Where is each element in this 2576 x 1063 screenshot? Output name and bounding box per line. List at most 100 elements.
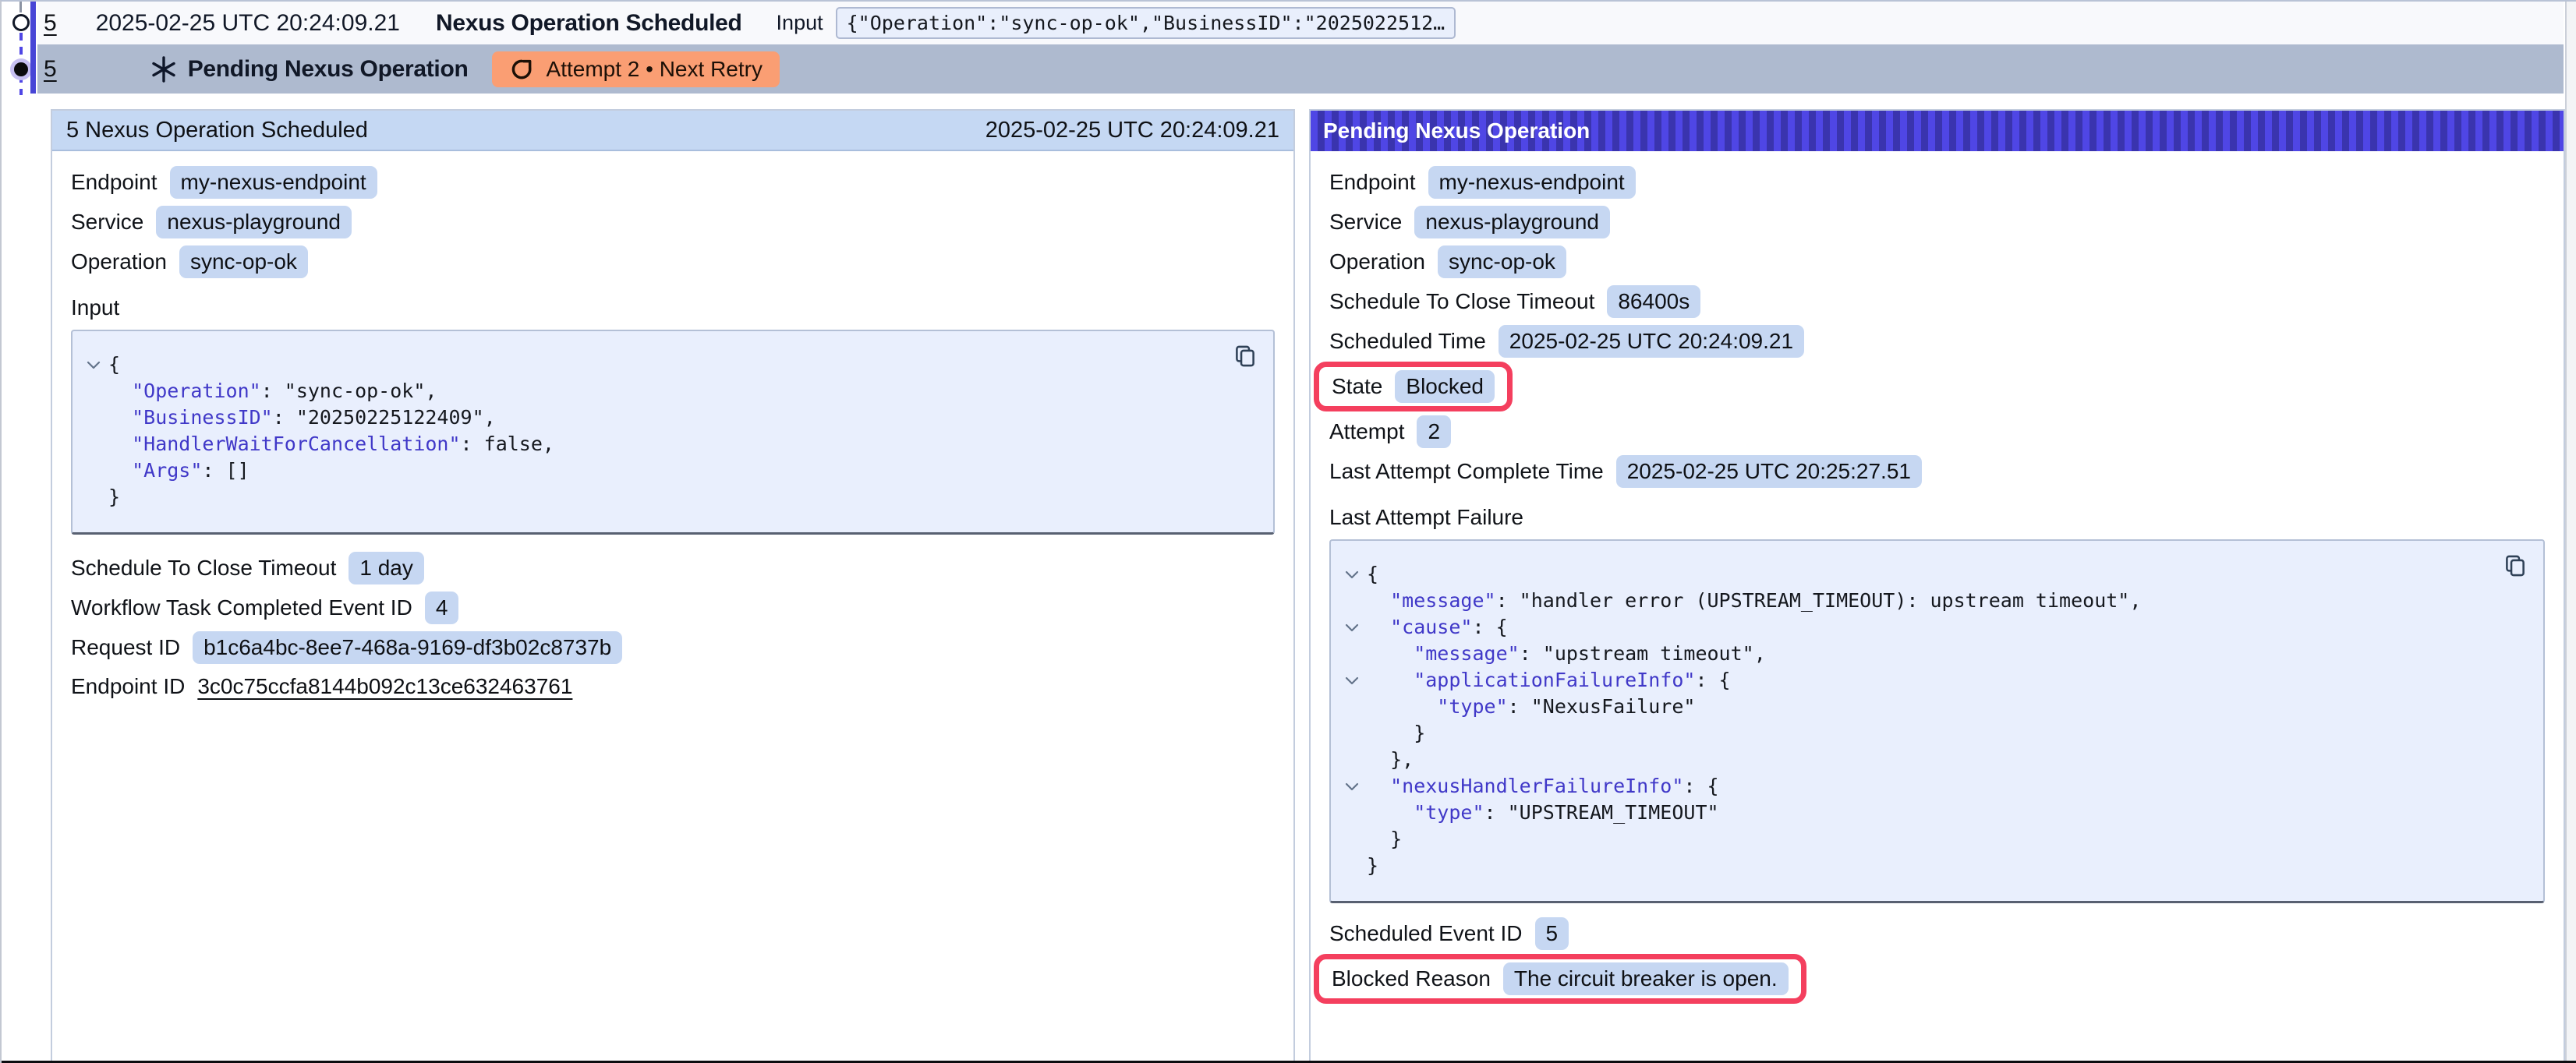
field-service: Service nexus-playground <box>1329 206 2545 238</box>
field-blocked-reason: Blocked Reason The circuit breaker is ope… <box>1332 962 1789 995</box>
timeline-current-node-icon[interactable] <box>10 58 32 80</box>
copy-icon[interactable] <box>2501 552 2529 580</box>
code-gutter <box>1337 853 1367 879</box>
code-line: { <box>1337 561 2525 588</box>
event-input-preview[interactable]: {"Operation":"sync-op-ok","BusinessID":"… <box>836 7 1456 39</box>
code-gutter <box>79 431 108 457</box>
event-detail-panel-header: 5 Nexus Operation Scheduled 2025-02-25 U… <box>52 111 1293 151</box>
field-value-endpoint-id[interactable]: 3c0c75ccfa8144b092c13ce632463761 <box>197 674 572 699</box>
history-row-event[interactable]: 5 2025-02-25 UTC 20:24:09.21 Nexus Opera… <box>37 2 2564 44</box>
field-value-last-attempt-complete-time: 2025-02-25 UTC 20:25:27.51 <box>1616 455 1922 488</box>
field-label: Endpoint <box>71 170 157 195</box>
field-label: Last Attempt Complete Time <box>1329 459 1604 484</box>
field-label: Schedule To Close Timeout <box>71 556 336 581</box>
field-label: Service <box>71 210 143 235</box>
code-text: } <box>1367 853 1378 879</box>
code-line: "cause": { <box>1337 614 2525 641</box>
code-gutter <box>1337 641 1367 667</box>
code-gutter <box>79 457 108 484</box>
code-text: "Args": [] <box>108 457 249 484</box>
code-line: { <box>79 351 1254 378</box>
event-detail-timestamp: 2025-02-25 UTC 20:24:09.21 <box>985 118 1279 143</box>
scrollbar-gutter[interactable] <box>2565 2 2576 1063</box>
code-line: }, <box>1337 747 2525 773</box>
code-text: } <box>1367 826 1402 853</box>
input-json-viewer: { "Operation": "sync-op-ok", "BusinessID… <box>71 330 1275 535</box>
field-value-service: nexus-playground <box>1414 206 1610 238</box>
field-value-workflow-task-completed-event-id: 4 <box>425 592 459 624</box>
field-label: Endpoint ID <box>71 674 185 699</box>
code-line: "message": "upstream timeout", <box>1337 641 2525 667</box>
collapse-arrow-icon[interactable] <box>1337 773 1367 800</box>
copy-icon[interactable] <box>1231 342 1259 370</box>
code-line: } <box>1337 826 2525 853</box>
field-label: Scheduled Time <box>1329 329 1486 354</box>
pending-id-link[interactable]: 5 <box>44 56 57 83</box>
field-endpoint: Endpointmy-nexus-endpoint <box>1329 166 2545 199</box>
collapse-arrow-icon[interactable] <box>79 351 108 378</box>
temporal-event-history-view: 5 2025-02-25 UTC 20:24:09.21 Nexus Opera… <box>0 0 2576 1063</box>
code-gutter <box>1337 826 1367 853</box>
field-label: Operation <box>1329 249 1425 274</box>
field-operation: Operationsync-op-ok <box>1329 245 2545 278</box>
timeline-progress-bar <box>30 2 36 94</box>
timeline-open-node-icon[interactable] <box>12 14 30 31</box>
collapse-arrow-icon[interactable] <box>1337 614 1367 641</box>
field-label: Attempt <box>1329 419 1404 444</box>
failure-json-viewer: { "message": "handler error (UPSTREAM_TI… <box>1329 539 2545 903</box>
field-label: Service <box>1329 210 1402 235</box>
code-line: "applicationFailureInfo": { <box>1337 667 2525 694</box>
code-line: "type": "NexusFailure" <box>1337 694 2525 720</box>
field-value-scheduled-event-id: 5 <box>1535 917 1569 950</box>
field-value-request-id: b1c6a4bc-8ee7-468a-9169-df3b02c8737b <box>193 631 622 664</box>
code-text: { <box>1367 561 1378 588</box>
code-gutter <box>1337 800 1367 826</box>
code-gutter <box>79 484 108 510</box>
code-gutter <box>1337 694 1367 720</box>
field-state: State Blocked <box>1332 370 1495 403</box>
field-label: Scheduled Event ID <box>1329 921 1523 946</box>
code-text: } <box>108 484 120 510</box>
field-value-scheduled-time: 2025-02-25 UTC 20:24:09.21 <box>1499 325 1804 358</box>
field-schedule-to-close-timeout: Schedule To Close Timeout 1 day <box>71 552 1275 584</box>
collapse-arrow-icon[interactable] <box>1337 561 1367 588</box>
code-text: "message": "upstream timeout", <box>1367 641 1766 667</box>
code-text: "type": "UPSTREAM_TIMEOUT" <box>1367 800 1719 826</box>
field-request-id: Request IDb1c6a4bc-8ee7-468a-9169-df3b02… <box>71 631 1275 664</box>
collapse-arrow-icon[interactable] <box>1337 667 1367 694</box>
code-text: "message": "handler error (UPSTREAM_TIME… <box>1367 588 2141 614</box>
code-gutter <box>1337 747 1367 773</box>
code-text: "cause": { <box>1367 614 1508 641</box>
code-text: }, <box>1367 747 1414 773</box>
code-line: "Args": [] <box>79 457 1254 484</box>
field-operation: Operationsync-op-ok <box>71 245 1275 278</box>
retry-status-badge: Attempt 2 • Next Retry <box>492 51 780 87</box>
code-text: "applicationFailureInfo": { <box>1367 667 1731 694</box>
pending-panel-title: Pending Nexus Operation <box>1323 118 1590 143</box>
code-line: "message": "handler error (UPSTREAM_TIME… <box>1337 588 2525 614</box>
pending-operation-panel: Pending Nexus Operation Endpointmy-nexus… <box>1309 109 2565 1062</box>
field-value-blocked-reason: The circuit breaker is open. <box>1503 962 1789 995</box>
code-line: "BusinessID": "20250225122409", <box>79 404 1254 431</box>
retry-badge-label: Attempt 2 • Next Retry <box>547 57 763 82</box>
input-section-label: Input <box>71 295 1275 320</box>
field-value-service: nexus-playground <box>156 206 352 238</box>
code-line: } <box>79 484 1254 510</box>
field-label: State <box>1332 374 1382 399</box>
pending-operation-panel-header: Pending Nexus Operation <box>1311 111 2564 151</box>
history-row-pending[interactable]: 5 Pending Nexus Operation Attempt 2 • Ne… <box>37 44 2564 94</box>
field-value-attempt: 2 <box>1417 415 1451 448</box>
field-label: Blocked Reason <box>1332 966 1491 991</box>
field-value-endpoint: my-nexus-endpoint <box>170 166 377 199</box>
code-gutter <box>79 378 108 404</box>
field-value-schedule-to-close-timeout: 1 day <box>349 552 424 584</box>
code-line: "nexusHandlerFailureInfo": { <box>1337 773 2525 800</box>
event-input-label: Input <box>777 11 823 35</box>
code-line: "HandlerWaitForCancellation": false, <box>79 431 1254 457</box>
failure-section-label: Last Attempt Failure <box>1329 505 2545 530</box>
field-value-state: Blocked <box>1395 370 1495 403</box>
code-gutter <box>1337 720 1367 747</box>
timeline-line-stub <box>19 2 22 12</box>
event-timestamp: 2025-02-25 UTC 20:24:09.21 <box>96 10 400 37</box>
event-id-link[interactable]: 5 <box>44 10 57 37</box>
